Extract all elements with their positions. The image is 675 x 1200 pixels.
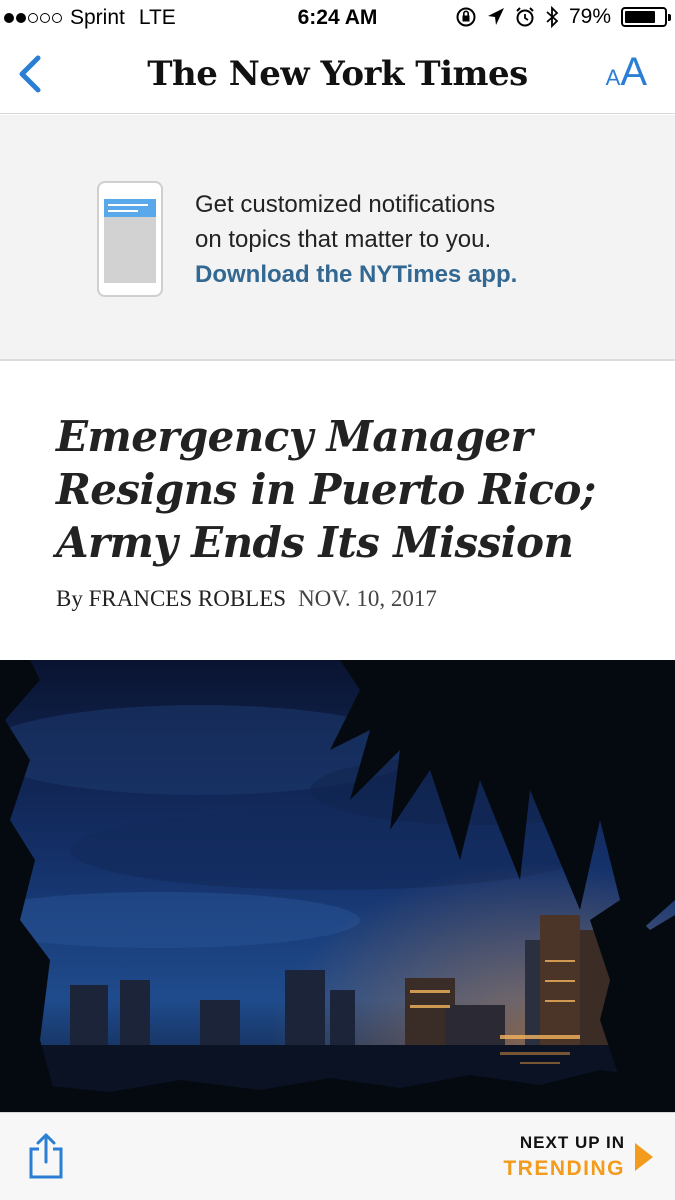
battery-percentage: 79% [568,5,611,28]
byline-author[interactable]: By FRANCES ROBLES [56,586,286,611]
next-arrow-icon[interactable] [635,1143,653,1171]
orientation-lock-icon [456,7,476,27]
location-icon [487,8,504,25]
headline-line-3: Army Ends Its Mission [56,518,574,567]
font-size-button[interactable]: AA [606,50,647,95]
headline-line-2: Resigns in Puerto Rico; [56,465,596,514]
download-app-link[interactable]: Download the NYTimes app. [195,257,517,292]
status-right: 79% [455,5,671,29]
navigation-bar: The New York Times AA [0,38,675,114]
byline-date: NOV. 10, 2017 [298,586,437,611]
article-byline: By FRANCES ROBLES NOV. 10, 2017 [56,586,437,612]
promo-line-2: on topics that matter to you. [195,226,492,253]
article-headline: Emergency Manager Resigns in Puerto Rico… [56,410,636,569]
phone-icon [97,181,163,297]
font-size-small-label: A [605,65,621,90]
alarm-icon [516,7,534,27]
battery-fill [625,11,656,23]
battery-icon [621,7,671,27]
font-size-large-label: A [620,50,647,94]
app-promo-banner: Get customized notifications on topics t… [0,115,675,361]
bluetooth-icon [546,6,559,28]
bottom-toolbar: NEXT UP IN TRENDING [0,1112,675,1200]
next-up-in-trending-link[interactable]: NEXT UP IN TRENDING [503,1133,625,1181]
status-bar: Sprint LTE 6:24 AM 79% [0,0,675,38]
share-icon[interactable] [26,1131,66,1181]
promo-text: Get customized notifications on topics t… [195,187,517,292]
promo-line-1: Get customized notifications [195,191,496,218]
next-up-label: NEXT UP IN [519,1133,625,1152]
nyt-masthead-logo: The New York Times [147,54,528,94]
article-photo[interactable] [0,660,675,1112]
headline-line-1: Emergency Manager [56,412,533,461]
next-up-section: TRENDING [503,1157,625,1180]
night-skyline-image [0,660,675,1112]
